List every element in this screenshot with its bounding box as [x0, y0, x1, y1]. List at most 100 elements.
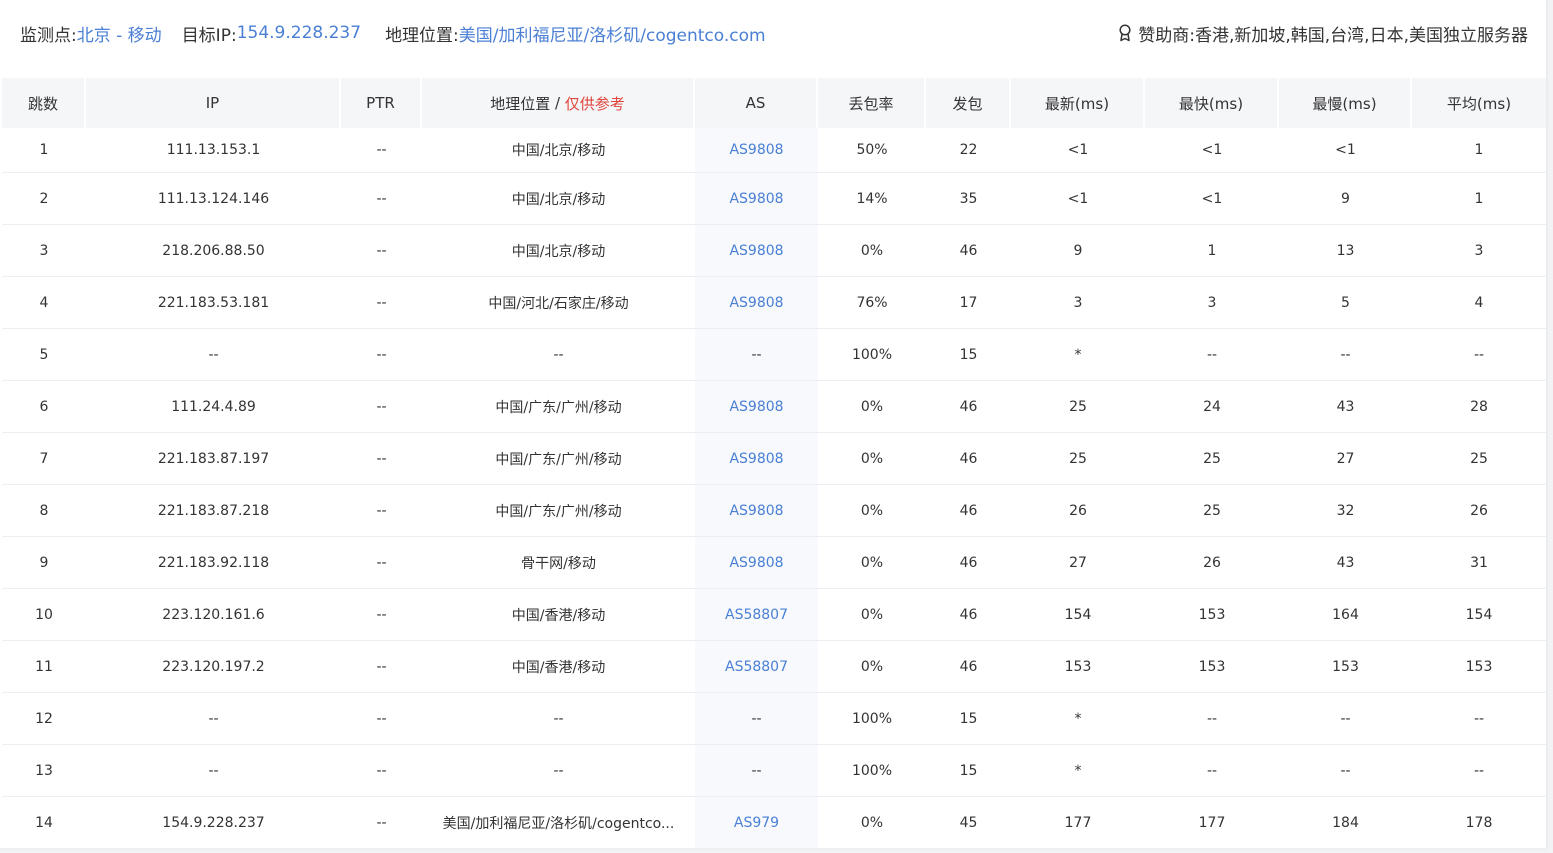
cell-loss: 0%: [860, 554, 884, 571]
cell-as[interactable]: AS9808: [695, 537, 818, 588]
cell-as[interactable]: AS979: [695, 797, 818, 848]
cell-last: *: [1074, 710, 1082, 727]
cell-last: 154: [1064, 606, 1092, 623]
cell-loss: 0%: [860, 606, 884, 623]
cell-as[interactable]: AS9808: [695, 381, 818, 432]
cell-ip: --: [208, 762, 219, 779]
sponsor-label: 赞助商:: [1138, 25, 1195, 46]
cell-hop: 3: [39, 242, 49, 259]
cell-as[interactable]: AS58807: [695, 589, 818, 640]
cell-ip: 223.120.161.6: [162, 606, 265, 623]
cell-as[interactable]: AS9808: [695, 173, 818, 224]
cell-as: --: [695, 329, 818, 380]
cell-sent: 46: [959, 658, 978, 675]
cell-sent: 22: [959, 142, 978, 158]
cell-as: --: [695, 745, 818, 796]
target-info: 目标IP: 154.9.228.237: [182, 21, 361, 46]
col-loss: 丢包率: [818, 78, 926, 128]
cell-ptr: --: [376, 710, 387, 727]
cell-avg: 28: [1470, 398, 1488, 415]
award-icon: [1118, 24, 1132, 42]
cell-hop: 2: [39, 190, 49, 207]
cell-hop: 14: [35, 814, 53, 831]
cell-loss: 0%: [860, 450, 884, 467]
cell-last: 25: [1069, 398, 1087, 415]
probe-header: 监测点: 北京 - 移动 目标IP: 154.9.228.237 地理位置: 美…: [0, 0, 1546, 66]
cell-best: 177: [1198, 814, 1226, 831]
cell-as: --: [695, 693, 818, 744]
cell-hop: 5: [39, 346, 49, 363]
sponsor-info[interactable]: 赞助商: 香港,新加坡,韩国,台湾,日本,美国独立服务器: [1118, 21, 1528, 46]
cell-hop: 10: [35, 606, 53, 623]
cell-hop: 9: [39, 554, 49, 571]
cell-worst: 9: [1341, 190, 1350, 207]
cell-hop: 12: [35, 710, 53, 727]
cell-ptr: --: [376, 450, 387, 467]
cell-geo-text: 中国/北京/移动: [511, 243, 606, 260]
cell-last: 25: [1069, 450, 1087, 467]
cell-geo: --: [422, 745, 695, 796]
cell-as[interactable]: AS9808: [695, 433, 818, 484]
cell-worst: 5: [1341, 294, 1350, 311]
cell-sent: 35: [959, 190, 978, 207]
cell-geo: 中国/河北/石家庄/移动: [422, 277, 695, 328]
cell-geo: --: [422, 329, 695, 380]
cell-ip: --: [208, 346, 219, 363]
cell-geo-text: 中国/广东/广州/移动: [495, 399, 622, 416]
col-geo: 地理位置 / 仅供参考: [422, 78, 695, 128]
cell-avg: 1: [1474, 190, 1484, 207]
cell-loss: 0%: [860, 398, 884, 415]
cell-as[interactable]: AS9808: [695, 225, 818, 276]
cell-loss: 0%: [860, 814, 884, 831]
cell-best: <1: [1201, 142, 1223, 158]
cell-ip: 221.183.92.118: [157, 554, 270, 571]
cell-geo-text: --: [553, 762, 564, 779]
cell-as[interactable]: AS9808: [695, 128, 818, 172]
col-last: 最新(ms): [1011, 78, 1145, 128]
col-sent: 发包: [926, 78, 1011, 128]
cell-ptr: --: [376, 346, 387, 363]
cell-loss: 0%: [860, 658, 884, 675]
cell-as[interactable]: AS58807: [695, 641, 818, 692]
cell-best: 153: [1198, 606, 1226, 623]
cell-avg: 4: [1474, 294, 1484, 311]
cell-avg: 153: [1465, 658, 1493, 675]
sponsor-value[interactable]: 香港,新加坡,韩国,台湾,日本,美国独立服务器: [1195, 21, 1528, 46]
cell-hop: 8: [39, 502, 49, 519]
cell-loss: 0%: [860, 502, 884, 519]
cell-sent: 15: [959, 762, 978, 779]
cell-best: <1: [1201, 190, 1223, 207]
col-geo-note: 仅供参考: [564, 94, 625, 113]
cell-worst: 153: [1332, 658, 1359, 675]
cell-worst: 43: [1336, 398, 1355, 415]
geo-label: 地理位置:: [385, 25, 459, 46]
cell-geo: 中国/广东/广州/移动: [422, 485, 695, 536]
col-best: 最快(ms): [1145, 78, 1279, 128]
cell-worst: 13: [1336, 242, 1355, 259]
cell-avg: 31: [1470, 554, 1488, 571]
cell-geo-text: 中国/广东/广州/移动: [495, 451, 622, 468]
cell-avg: 1: [1474, 142, 1484, 158]
cell-loss: 50%: [856, 142, 888, 158]
probe-value[interactable]: 北京 - 移动: [77, 21, 162, 46]
cell-geo-text: 美国/加利福尼亚/洛杉矶/cogentco...: [442, 815, 675, 832]
cell-avg: --: [1473, 762, 1485, 779]
col-ip: IP: [86, 78, 341, 128]
col-ptr: PTR: [341, 78, 422, 128]
cell-worst: --: [1340, 762, 1351, 779]
cell-ptr: --: [376, 814, 387, 831]
cell-ptr: --: [376, 242, 387, 259]
cell-best: 26: [1203, 554, 1221, 571]
cell-geo-text: 中国/香港/移动: [511, 659, 606, 676]
cell-ip: 221.183.87.218: [157, 502, 270, 519]
cell-ptr: --: [376, 502, 387, 519]
cell-avg: 26: [1470, 502, 1488, 519]
cell-ip: 218.206.88.50: [162, 242, 265, 259]
cell-last: 177: [1064, 814, 1092, 831]
cell-as[interactable]: AS9808: [695, 485, 818, 536]
col-geo-label: 地理位置: [490, 94, 551, 113]
cell-avg: --: [1473, 346, 1485, 363]
cell-as[interactable]: AS9808: [695, 277, 818, 328]
cell-hop: 11: [35, 658, 53, 675]
cell-loss: 76%: [856, 294, 888, 311]
